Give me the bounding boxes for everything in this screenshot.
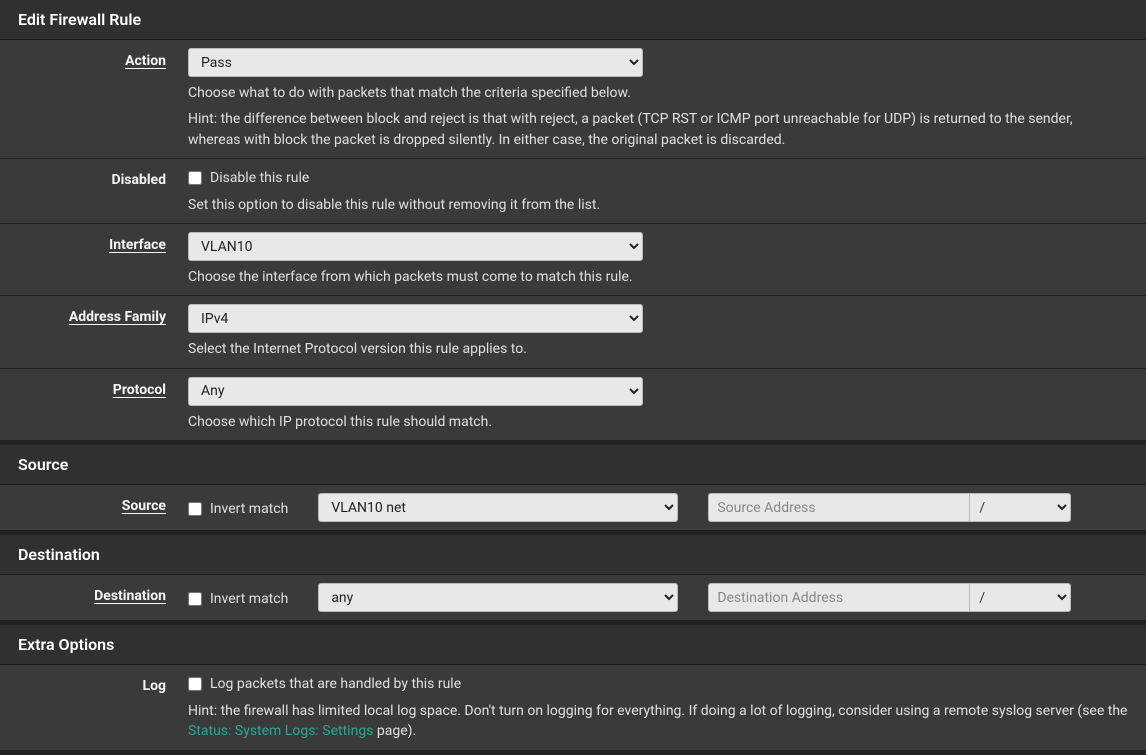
panel-title-edit: Edit Firewall Rule [0, 0, 1146, 40]
interface-select[interactable]: VLAN10 [188, 232, 643, 261]
label-interface: Interface [18, 232, 188, 253]
label-log: Log [18, 673, 188, 694]
destination-mask-slash: / [970, 583, 994, 612]
panel-title-source: Source [0, 445, 1146, 485]
label-disabled: Disabled [18, 167, 188, 188]
destination-mask-select[interactable] [994, 583, 1071, 612]
disabled-checkbox[interactable] [188, 171, 202, 185]
log-checkbox-row[interactable]: Log packets that are handled by this rul… [188, 673, 461, 692]
disabled-checkbox-label: Disable this rule [210, 170, 309, 186]
disabled-checkbox-row[interactable]: Disable this rule [188, 167, 309, 186]
source-invert-label: Invert match [210, 501, 288, 517]
protocol-select[interactable]: Any [188, 377, 643, 406]
panel-title-destination: Destination [0, 535, 1146, 575]
destination-type-select[interactable]: any [318, 583, 678, 612]
source-type-select[interactable]: VLAN10 net [318, 493, 678, 522]
protocol-help: Choose which IP protocol this rule shoul… [188, 412, 1128, 432]
label-source: Source [18, 493, 188, 514]
af-help: Select the Internet Protocol version thi… [188, 339, 1128, 359]
destination-invert-checkbox[interactable] [188, 592, 202, 606]
source-invert-row[interactable]: Invert match [188, 498, 288, 517]
action-help2: Hint: the difference between block and r… [188, 109, 1128, 150]
source-mask-slash: / [970, 493, 994, 522]
destination-address-input[interactable] [708, 583, 970, 612]
source-address-input[interactable] [708, 493, 970, 522]
log-checkbox[interactable] [188, 677, 202, 691]
destination-invert-row[interactable]: Invert match [188, 588, 288, 607]
label-destination: Destination [18, 583, 188, 604]
syslog-settings-link[interactable]: Status: System Logs: Settings [188, 723, 373, 739]
label-action: Action [18, 48, 188, 69]
panel-title-extra: Extra Options [0, 625, 1146, 665]
log-checkbox-label: Log packets that are handled by this rul… [210, 676, 461, 692]
action-select[interactable]: Pass [188, 48, 643, 77]
source-invert-checkbox[interactable] [188, 502, 202, 516]
source-mask-select[interactable] [994, 493, 1071, 522]
af-select[interactable]: IPv4 [188, 304, 643, 333]
label-protocol: Protocol [18, 377, 188, 398]
log-help: Hint: the firewall has limited local log… [188, 701, 1128, 742]
interface-help: Choose the interface from which packets … [188, 267, 1128, 287]
destination-invert-label: Invert match [210, 591, 288, 607]
disabled-help: Set this option to disable this rule wit… [188, 195, 1128, 215]
action-help1: Choose what to do with packets that matc… [188, 83, 1128, 103]
label-af: Address Family [18, 304, 188, 325]
